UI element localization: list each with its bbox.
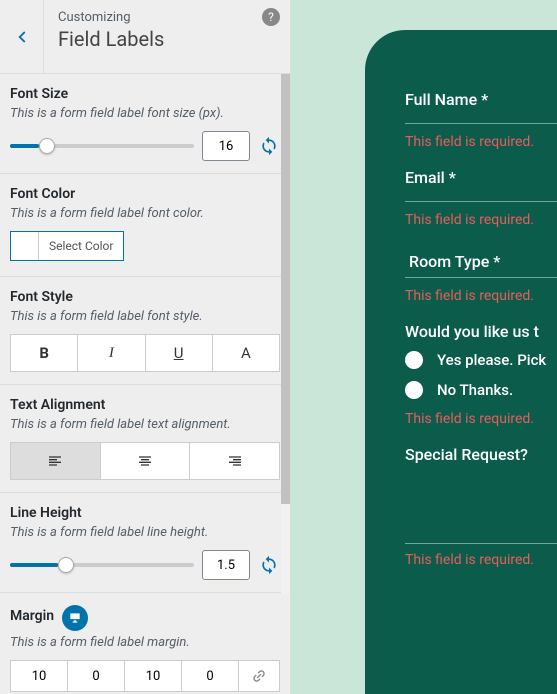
unlink-icon bbox=[251, 668, 267, 684]
underline-button[interactable]: U bbox=[146, 335, 213, 371]
radio-label: No Thanks. bbox=[437, 381, 513, 399]
case-button[interactable]: A bbox=[213, 335, 279, 371]
font-color-desc: This is a form field label font color. bbox=[10, 206, 280, 221]
radio-option-yes[interactable]: Yes please. Pick bbox=[405, 351, 557, 369]
field-label: Special Request? bbox=[405, 445, 557, 464]
font-style-desc: This is a form field label font style. bbox=[10, 309, 280, 324]
margin-inputs bbox=[10, 660, 280, 692]
text-align-desc: This is a form field label text alignmen… bbox=[10, 417, 280, 432]
controls-scroll[interactable]: Font Size This is a form field label fon… bbox=[0, 74, 290, 694]
margin-left-input[interactable] bbox=[182, 661, 238, 691]
radio-icon bbox=[405, 351, 423, 369]
required-message: This field is required. bbox=[405, 212, 557, 228]
section-font-style: Font Style This is a form field label fo… bbox=[0, 277, 290, 385]
device-toggle[interactable] bbox=[62, 605, 88, 631]
field-full-name: Full Name * bbox=[405, 90, 557, 124]
color-picker-label: Select Color bbox=[39, 239, 123, 253]
font-size-title: Font Size bbox=[10, 86, 280, 102]
font-style-title: Font Style bbox=[10, 289, 280, 305]
radio-option-no[interactable]: No Thanks. bbox=[405, 381, 557, 399]
page-title: Field Labels bbox=[58, 27, 276, 51]
desktop-icon bbox=[68, 611, 82, 625]
line-height-input[interactable] bbox=[202, 550, 250, 580]
sidebar-scrollbar[interactable] bbox=[281, 74, 290, 594]
color-picker-button[interactable]: Select Color bbox=[10, 231, 124, 261]
line-height-slider[interactable] bbox=[10, 563, 194, 567]
radio-label: Yes please. Pick bbox=[437, 351, 546, 369]
field-pickup: Would you like us t Yes please. Pick No … bbox=[405, 322, 557, 399]
bold-button[interactable]: B bbox=[11, 335, 78, 371]
font-style-group: B I U A bbox=[10, 334, 280, 372]
breadcrumb: Customizing bbox=[58, 10, 276, 25]
select-input[interactable]: Room Type * bbox=[405, 246, 557, 278]
customizer-sidebar: Customizing Field Labels ? Font Size Thi… bbox=[0, 0, 290, 694]
field-label: Full Name * bbox=[405, 90, 557, 109]
align-right-button[interactable] bbox=[190, 443, 279, 479]
reset-icon[interactable] bbox=[258, 554, 280, 576]
font-size-slider[interactable] bbox=[10, 144, 194, 148]
radio-icon bbox=[405, 381, 423, 399]
color-swatch bbox=[11, 232, 39, 260]
align-right-icon bbox=[227, 453, 243, 469]
text-input[interactable] bbox=[405, 201, 557, 202]
text-align-group bbox=[10, 442, 280, 480]
align-center-button[interactable] bbox=[101, 443, 191, 479]
font-size-input[interactable] bbox=[202, 131, 250, 161]
field-label: Would you like us t bbox=[405, 322, 557, 341]
field-label: Room Type * bbox=[409, 252, 500, 271]
margin-link-toggle[interactable] bbox=[239, 661, 279, 691]
field-label: Email * bbox=[405, 168, 557, 187]
section-margin: Margin This is a form field label margin… bbox=[0, 593, 290, 694]
margin-bottom-input[interactable] bbox=[125, 661, 181, 691]
preview-pane: Full Name * This field is required. Emai… bbox=[290, 0, 557, 694]
field-email: Email * bbox=[405, 168, 557, 202]
required-message: This field is required. bbox=[405, 552, 557, 568]
line-height-title: Line Height bbox=[10, 505, 280, 521]
font-color-title: Font Color bbox=[10, 186, 280, 202]
align-left-button[interactable] bbox=[11, 443, 101, 479]
section-line-height: Line Height This is a form field label l… bbox=[0, 493, 290, 593]
section-text-align: Text Alignment This is a form field labe… bbox=[0, 385, 290, 493]
line-height-desc: This is a form field label line height. bbox=[10, 525, 280, 540]
italic-button[interactable]: I bbox=[78, 335, 145, 371]
text-input[interactable] bbox=[405, 123, 557, 124]
help-icon[interactable]: ? bbox=[262, 8, 280, 26]
margin-top-input[interactable] bbox=[11, 661, 67, 691]
required-message: This field is required. bbox=[405, 288, 557, 304]
form-card: Full Name * This field is required. Emai… bbox=[365, 30, 557, 694]
margin-title: Margin bbox=[10, 608, 54, 624]
margin-right-input[interactable] bbox=[68, 661, 124, 691]
required-message: This field is required. bbox=[405, 411, 557, 427]
section-font-size: Font Size This is a form field label fon… bbox=[0, 74, 290, 174]
margin-desc: This is a form field label margin. bbox=[10, 635, 280, 650]
field-room-type: Room Type * bbox=[405, 246, 557, 278]
required-message: This field is required. bbox=[405, 134, 557, 150]
textarea-input[interactable] bbox=[405, 464, 557, 544]
reset-icon[interactable] bbox=[258, 135, 280, 157]
back-button[interactable] bbox=[0, 0, 44, 73]
customizer-header: Customizing Field Labels ? bbox=[0, 0, 290, 74]
section-font-color: Font Color This is a form field label fo… bbox=[0, 174, 290, 277]
text-align-title: Text Alignment bbox=[10, 397, 280, 413]
font-size-desc: This is a form field label font size (px… bbox=[10, 106, 280, 121]
field-special-request: Special Request? bbox=[405, 445, 557, 544]
align-left-icon bbox=[47, 453, 63, 469]
align-center-icon bbox=[137, 453, 153, 469]
